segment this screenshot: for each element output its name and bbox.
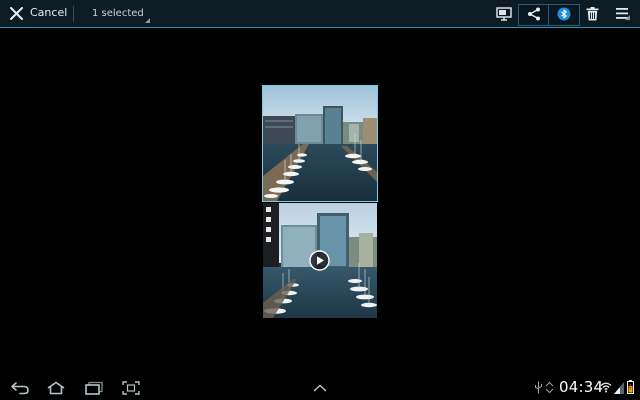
menu-icon: [616, 8, 630, 20]
photo-thumbnail[interactable]: [262, 85, 378, 202]
system-navigation-bar: 04:34: [0, 376, 640, 400]
bluetooth-icon: [557, 7, 570, 20]
recent-apps-icon: [85, 381, 103, 395]
share-button[interactable]: [519, 0, 548, 27]
home-icon: [47, 381, 65, 395]
video-thumbnail[interactable]: [263, 203, 377, 318]
home-button[interactable]: [43, 379, 69, 397]
status-clock: 04:34: [559, 378, 604, 396]
usb-icon: [535, 381, 542, 394]
back-icon: [11, 382, 29, 395]
recent-apps-button[interactable]: [81, 379, 107, 397]
play-icon[interactable]: [309, 250, 330, 271]
dropdown-indicator-icon: [145, 18, 150, 23]
chevron-up-icon: [313, 384, 327, 392]
share-icon: [527, 7, 540, 20]
sync-icon: [545, 381, 554, 394]
delete-button[interactable]: [582, 0, 602, 27]
harbor-photo-image: [263, 86, 377, 201]
screenshot-icon: [122, 381, 140, 395]
cancel-button[interactable]: Cancel: [0, 0, 72, 27]
gallery-screen: Cancel 1 selected 04:34: [0, 0, 640, 400]
screenshot-button[interactable]: [118, 379, 144, 397]
signal-icon: [614, 382, 624, 394]
selection-count-label: 1 selected: [92, 8, 144, 19]
screen-mirroring-icon: [496, 6, 512, 21]
screen-mirroring-button[interactable]: [493, 0, 515, 27]
delete-icon: [586, 6, 598, 20]
overflow-menu-button[interactable]: [612, 0, 634, 27]
back-button[interactable]: [7, 379, 33, 397]
action-bar-divider: [73, 6, 74, 22]
wifi-icon: [600, 382, 612, 393]
expand-panel-button[interactable]: [307, 379, 333, 397]
battery-icon: [627, 380, 634, 394]
cancel-label: Cancel: [30, 6, 68, 19]
bluetooth-share-button[interactable]: [549, 0, 578, 27]
selection-action-bar: Cancel 1 selected: [0, 0, 640, 28]
close-icon: [10, 7, 23, 20]
selection-count-dropdown[interactable]: 1 selected: [80, 0, 152, 27]
